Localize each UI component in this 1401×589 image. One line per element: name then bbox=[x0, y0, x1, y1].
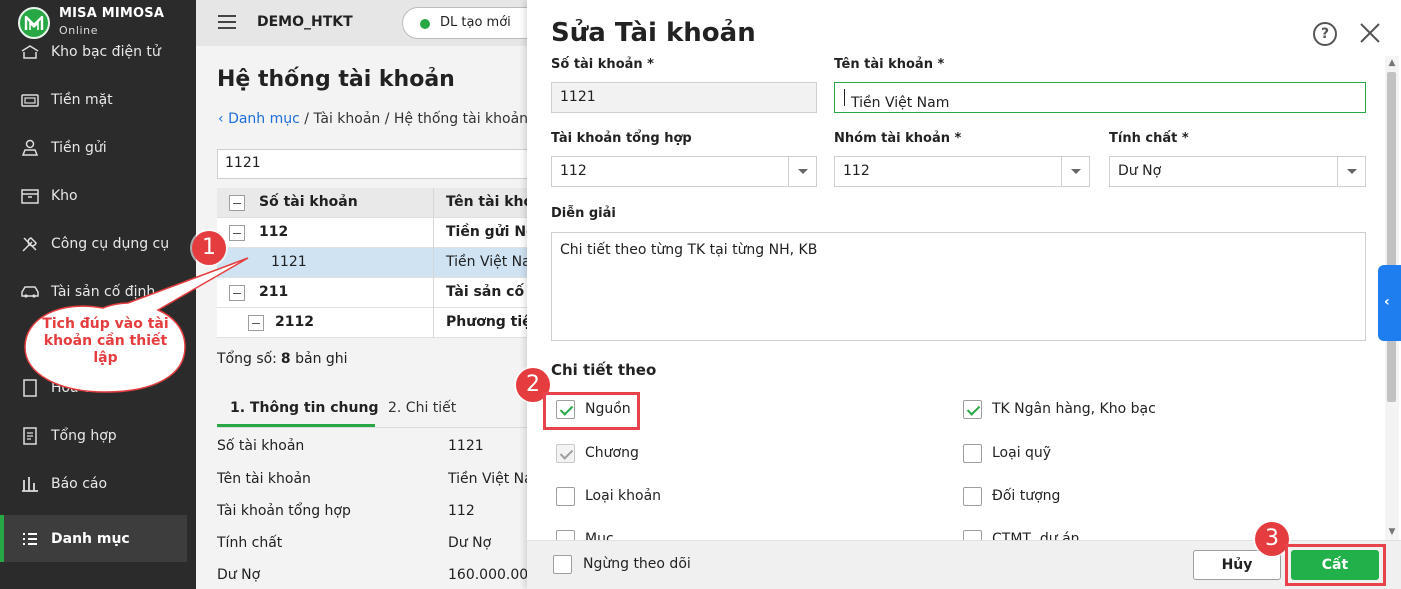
active-tab-underline bbox=[217, 424, 375, 427]
account-group-select[interactable]: 112 bbox=[834, 156, 1090, 187]
account-group-label: Nhóm tài khoản * bbox=[834, 131, 962, 146]
list-icon bbox=[23, 532, 37, 545]
edit-account-dialog: Sửa Tài khoản ? ▲ ▼ ‹ Số tài khoản * 112… bbox=[527, 0, 1401, 589]
highlight-source-option bbox=[543, 392, 640, 430]
chevron-down-icon[interactable] bbox=[1337, 157, 1365, 186]
side-panel-toggle[interactable]: ‹ bbox=[1378, 265, 1401, 341]
table-row[interactable]: 2112 Phương tiệ bbox=[217, 308, 528, 338]
account-no-label: Số tài khoản * bbox=[551, 57, 654, 72]
parent-account-label: Tài khoản tổng hợp bbox=[551, 131, 692, 146]
tab-general-info[interactable]: 1. Thông tin chung bbox=[230, 400, 378, 416]
info-row-debit-balance: Dư Nợ160.000.000 bbox=[217, 567, 528, 583]
sidebar-item-label: Báo cáo bbox=[51, 476, 108, 492]
column-header-name[interactable]: Tên tài khoả bbox=[446, 194, 528, 210]
nature-label: Tính chất * bbox=[1109, 131, 1189, 146]
scroll-up-icon[interactable]: ▲ bbox=[1387, 59, 1397, 68]
step-badge-1: 1 bbox=[192, 231, 226, 265]
account-grid: Số tài khoản Tên tài khoả 112 Tiền gửi N… bbox=[217, 188, 528, 338]
chapter-checkbox bbox=[556, 444, 575, 463]
account-name-field[interactable]: Tiền Việt Nam bbox=[834, 82, 1366, 113]
info-row-account-name: Tên tài khoản Tiền Việt Na bbox=[217, 471, 528, 487]
info-row-parent-account: Tài khoản tổng hợp 112 bbox=[217, 503, 475, 519]
description-textarea[interactable]: Chi tiết theo từng TK tại từng NH, KB bbox=[551, 232, 1366, 341]
column-header-code[interactable]: Số tài khoản bbox=[259, 194, 358, 210]
fund-type-checkbox[interactable] bbox=[963, 444, 982, 463]
description-label: Diễn giải bbox=[551, 206, 616, 221]
chapter-label: Chương bbox=[585, 445, 639, 461]
scroll-down-icon[interactable]: ▼ bbox=[1387, 528, 1397, 537]
table-row[interactable]: 211 Tài sản cố đ bbox=[217, 278, 528, 308]
app-logo[interactable]: MISA MIMOSA Online bbox=[0, 0, 196, 44]
stop-tracking-label: Ngừng theo dõi bbox=[583, 556, 691, 572]
section-item-label: Loại khoản bbox=[585, 488, 662, 504]
close-icon[interactable] bbox=[1358, 21, 1382, 45]
summary-icon bbox=[23, 427, 37, 445]
detail-tabs: 1. Thông tin chung 2. Chi tiết bbox=[217, 392, 528, 428]
table-row-selected[interactable]: 1121 Tiền Việt Na bbox=[217, 248, 528, 278]
subject-label: Đối tượng bbox=[992, 488, 1061, 504]
table-row[interactable]: 112 Tiền gửi Ng bbox=[217, 218, 528, 248]
subject-checkbox[interactable] bbox=[963, 487, 982, 506]
chevron-left-icon: ‹ bbox=[1384, 294, 1390, 310]
account-no-field[interactable]: 1121 bbox=[551, 82, 817, 113]
sidebar-item-label: Tổng hợp bbox=[51, 428, 117, 444]
status-dot-icon bbox=[420, 19, 430, 29]
bank-treasury-label: TK Ngân hàng, Kho bạc bbox=[992, 401, 1156, 417]
chevron-down-icon[interactable] bbox=[1061, 157, 1089, 186]
database-status-label: DL tạo mới bbox=[440, 15, 511, 30]
grid-header: Số tài khoản Tên tài khoả bbox=[217, 188, 528, 218]
misa-logo-icon bbox=[18, 7, 50, 39]
breadcrumb: ‹ Danh mục / Tài khoản / Hệ thống tài kh… bbox=[218, 111, 528, 127]
stop-tracking-checkbox[interactable] bbox=[553, 555, 572, 574]
bank-treasury-checkbox[interactable] bbox=[963, 400, 982, 419]
sidebar-item-summary[interactable]: Tổng hợp bbox=[0, 414, 196, 458]
step-badge-3: 3 bbox=[1255, 522, 1289, 556]
database-status-button[interactable]: DL tạo mới bbox=[402, 7, 528, 39]
details-section-title: Chi tiết theo bbox=[551, 361, 657, 379]
sidebar-item-reports[interactable]: Báo cáo bbox=[0, 462, 196, 506]
scroll-thumb[interactable] bbox=[1387, 72, 1396, 402]
info-row-nature: Tính chất Dư Nợ bbox=[217, 535, 492, 551]
callout-text: Tich đúp vào tài khoản cần thiết lập bbox=[42, 316, 169, 366]
parent-account-select[interactable]: 112 bbox=[551, 156, 817, 187]
dialog-title: Sửa Tài khoản bbox=[551, 18, 756, 48]
sidebar-item-catalog[interactable]: Danh mục bbox=[4, 515, 187, 562]
breadcrumb-path: / Tài khoản / Hệ thống tài khoản bbox=[299, 111, 528, 127]
account-name-label: Tên tài khoản * bbox=[834, 57, 945, 72]
sidebar-item-label: Danh mục bbox=[51, 530, 130, 547]
section-item-checkbox[interactable] bbox=[556, 487, 575, 506]
tab-details[interactable]: 2. Chi tiết bbox=[388, 400, 456, 416]
database-name[interactable]: DEMO_HTKT bbox=[257, 14, 353, 30]
bar-chart-icon bbox=[22, 477, 38, 492]
info-row-account-no: Số tài khoản 1121 bbox=[217, 438, 484, 454]
app-subtitle: Online bbox=[59, 24, 99, 37]
nature-select[interactable]: Dư Nợ bbox=[1109, 156, 1366, 187]
chevron-down-icon[interactable] bbox=[788, 157, 816, 186]
help-icon[interactable]: ? bbox=[1313, 22, 1337, 46]
app-name: MISA MIMOSA bbox=[59, 6, 165, 21]
highlight-save-button bbox=[1285, 544, 1386, 586]
fund-type-label: Loại quỹ bbox=[992, 445, 1052, 461]
search-input[interactable]: 1121 bbox=[217, 149, 528, 179]
